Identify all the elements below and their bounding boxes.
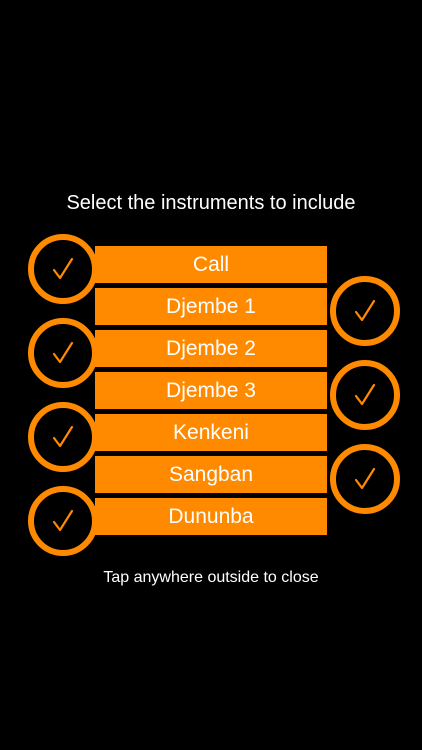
dialog-title: Select the instruments to include — [66, 192, 356, 214]
instrument-bar-dununba[interactable]: Dununba — [95, 498, 327, 535]
checkbox-djembe-2[interactable] — [28, 318, 98, 388]
check-icon — [52, 509, 74, 532]
checkbox-sangban[interactable] — [330, 444, 400, 514]
checkbox-kenkeni[interactable] — [28, 402, 98, 472]
check-icon — [52, 341, 74, 364]
instrument-bar-call[interactable]: Call — [95, 246, 327, 283]
checkbox-call[interactable] — [28, 234, 98, 304]
checkbox-dununba[interactable] — [28, 486, 98, 556]
instrument-bar-djembe-1[interactable]: Djembe 1 — [95, 288, 327, 325]
instrument-bar-djembe-2[interactable]: Djembe 2 — [95, 330, 327, 367]
check-icon — [354, 299, 376, 322]
check-icon — [354, 467, 376, 490]
checkbox-djembe-3[interactable] — [330, 360, 400, 430]
check-icon — [52, 425, 74, 448]
instrument-bar-kenkeni[interactable]: Kenkeni — [95, 414, 327, 451]
instrument-bar-djembe-3[interactable]: Djembe 3 — [95, 372, 327, 409]
checkbox-djembe-1[interactable] — [330, 276, 400, 346]
close-hint: Tap anywhere outside to close — [103, 569, 319, 586]
check-icon — [52, 257, 74, 280]
instrument-bar-sangban[interactable]: Sangban — [95, 456, 327, 493]
check-icon — [354, 383, 376, 406]
